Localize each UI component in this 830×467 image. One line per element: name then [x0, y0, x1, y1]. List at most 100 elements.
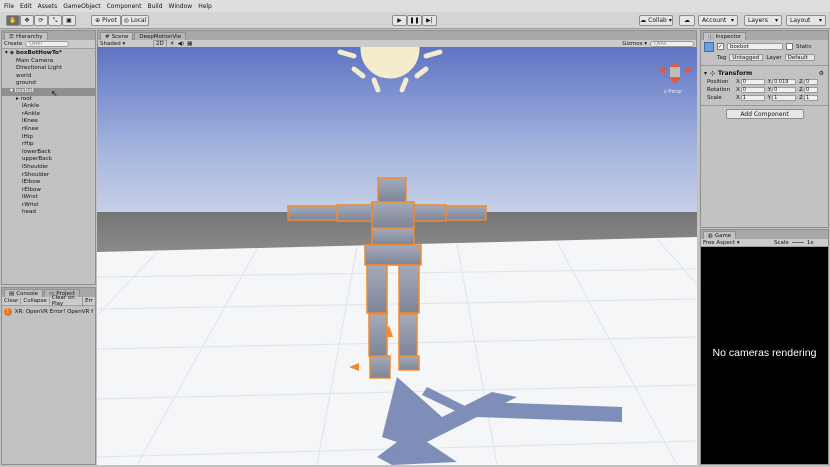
hierarchy-item[interactable]: lWrist [2, 194, 95, 202]
position-label: Position [707, 79, 729, 85]
local-toggle[interactable]: ◎ Local [121, 15, 149, 26]
rotation-x-field[interactable]: 0 [740, 87, 765, 93]
scale-y-field[interactable]: 1 [772, 95, 797, 101]
tab-hierarchy[interactable]: ☰ Hierarchy [4, 32, 48, 40]
hierarchy-item[interactable]: ground [2, 80, 95, 88]
active-checkbox[interactable]: ✓ [717, 43, 724, 50]
position-y-field[interactable]: 0.019 [772, 79, 797, 85]
menu-assets[interactable]: Assets [38, 3, 58, 10]
hierarchy-item[interactable]: rHip [2, 141, 95, 149]
position-x-field[interactable]: 0 [740, 79, 765, 85]
settings-gear-icon[interactable]: ⚙ [819, 70, 824, 77]
game-panel: ◍ Game Free Aspect ▾ Scale 1x No cameras … [700, 229, 829, 465]
hierarchy-item[interactable]: head [2, 209, 95, 217]
layer-dropdown[interactable]: Default [784, 54, 815, 61]
menu-window[interactable]: Window [169, 3, 193, 10]
add-component-button[interactable]: Add Component [725, 109, 804, 119]
gizmos-dropdown[interactable]: Gizmos ▾ [622, 41, 647, 47]
scene-search-input[interactable]: Q▾All [650, 40, 694, 47]
account-dropdown[interactable]: Account ▾ [698, 15, 738, 26]
hierarchy-item[interactable]: lowerBack [2, 149, 95, 157]
error-pause-button[interactable]: Err [83, 298, 95, 304]
pivot-label: Pivot [102, 17, 117, 24]
hierarchy-item[interactable]: lHip [2, 134, 95, 142]
effects-toggle-icon[interactable]: ▦ [187, 41, 192, 47]
hierarchy-tab-label: Hierarchy [15, 33, 43, 40]
collab-icon: ☁ [640, 17, 647, 24]
static-checkbox[interactable] [786, 43, 793, 50]
menu-build[interactable]: Build [147, 3, 162, 10]
hierarchy-item[interactable]: Directional Light [2, 65, 95, 73]
hierarchy-item[interactable]: lAnkle [2, 103, 95, 111]
move-tool-button[interactable]: ✥ [20, 15, 34, 26]
collapse-button[interactable]: Collapse [21, 298, 50, 304]
hierarchy-item[interactable]: rKnee [2, 126, 95, 134]
scale-z-field[interactable]: 1 [803, 95, 818, 101]
hierarchy-item[interactable]: rAnkle [2, 111, 95, 119]
l-upperarm-box [336, 204, 373, 222]
step-icon: ▶| [426, 17, 433, 24]
clear-on-play-button[interactable]: Clear on Play [50, 295, 84, 307]
tab-inspector[interactable]: ⓘ Inspector [703, 32, 747, 41]
tab-game[interactable]: ◍ Game [703, 231, 737, 239]
hierarchy-item[interactable]: lKnee [2, 118, 95, 126]
hierarchy-item[interactable]: rWrist [2, 202, 95, 210]
pivot-toggle[interactable]: ⊕ Pivot [91, 15, 121, 26]
pause-icon: ❚❚ [409, 17, 420, 24]
hierarchy-item[interactable]: lShoulder [2, 164, 95, 172]
tab-scene[interactable]: # Scene [100, 32, 134, 40]
scene-root-row[interactable]: ▾ ◈ boxBotHowTo* [2, 50, 95, 58]
hand-tool-button[interactable]: ✋ [6, 15, 20, 26]
chevron-down-icon: ▾ [122, 40, 126, 47]
audio-toggle-icon[interactable]: ◀) [178, 41, 184, 47]
step-button[interactable]: ▶| [422, 15, 437, 26]
layout-dropdown[interactable]: Layout ▾ [786, 15, 826, 26]
scale-slider[interactable] [791, 242, 804, 243]
persp-label[interactable]: ≡ Persp [664, 89, 682, 95]
rotation-z-field[interactable]: 0 [803, 87, 818, 93]
menu-edit[interactable]: Edit [20, 3, 32, 10]
clear-button[interactable]: Clear [2, 298, 22, 304]
hierarchy-item[interactable]: rShoulder [2, 172, 95, 180]
rect-tool-button[interactable]: ▣ [62, 15, 76, 26]
mouse-cursor-icon: ↖ [51, 89, 58, 98]
hierarchy-item[interactable]: world [2, 73, 95, 81]
scene-view[interactable]: ≡ Persp [97, 47, 697, 465]
cloud-button[interactable]: ☁ [679, 15, 695, 26]
rotation-y-field[interactable]: 0 [772, 87, 797, 93]
aspect-dropdown[interactable]: Free Aspect ▾ [703, 240, 771, 246]
object-name-field[interactable]: boxbot [727, 43, 783, 50]
menu-file[interactable]: File [4, 3, 14, 10]
hierarchy-item[interactable]: Main Camera [2, 58, 95, 66]
play-button[interactable]: ▶ [392, 15, 407, 26]
position-z-field[interactable]: 0 [803, 79, 818, 85]
hierarchy-item-root[interactable]: ▸ root [2, 96, 95, 104]
tag-dropdown[interactable]: Untagged [729, 54, 764, 61]
light-toggle-icon[interactable]: ☀ [170, 41, 175, 47]
scene-tab-label: Scene [111, 33, 129, 40]
upper-back-box [371, 201, 415, 229]
scale-value: 1x [806, 239, 814, 246]
menu-help[interactable]: Help [198, 3, 212, 10]
hierarchy-item[interactable]: lElbow [2, 179, 95, 187]
tab-console[interactable]: ▤ Console [4, 289, 44, 297]
pause-button[interactable]: ❚❚ [407, 15, 422, 26]
transform-header[interactable]: ▾ ⊹ Transform ⚙ [701, 69, 828, 78]
hierarchy-item[interactable]: upperBack [2, 156, 95, 164]
layers-dropdown[interactable]: Layers ▾ [744, 15, 782, 26]
shading-dropdown[interactable]: Shaded ▾ [100, 41, 150, 47]
hierarchy-search-input[interactable]: Q▾All [25, 41, 70, 47]
scale-tool-button[interactable]: ⤡ [48, 15, 62, 26]
create-dropdown[interactable]: Create [4, 41, 22, 47]
menu-component[interactable]: Component [107, 3, 142, 10]
inspector-panel: ⓘ Inspector ✓ boxbot Static Tag Untagged … [700, 30, 829, 228]
console-message-row[interactable]: ! XR: OpenVR Error! OpenVR fa [2, 306, 95, 318]
hierarchy-item-selected[interactable]: ▾ boxbot [2, 87, 95, 96]
rotate-tool-button[interactable]: ⟳ [34, 15, 48, 26]
hand-icon: ✋ [9, 17, 17, 24]
collab-dropdown[interactable]: ☁ Collab ▾ [639, 15, 673, 26]
scale-x-field[interactable]: 1 [740, 95, 765, 101]
hierarchy-item[interactable]: rElbow [2, 187, 95, 195]
chevron-down-icon: ▾ [736, 239, 740, 246]
menu-gameobject[interactable]: GameObject [63, 3, 100, 10]
